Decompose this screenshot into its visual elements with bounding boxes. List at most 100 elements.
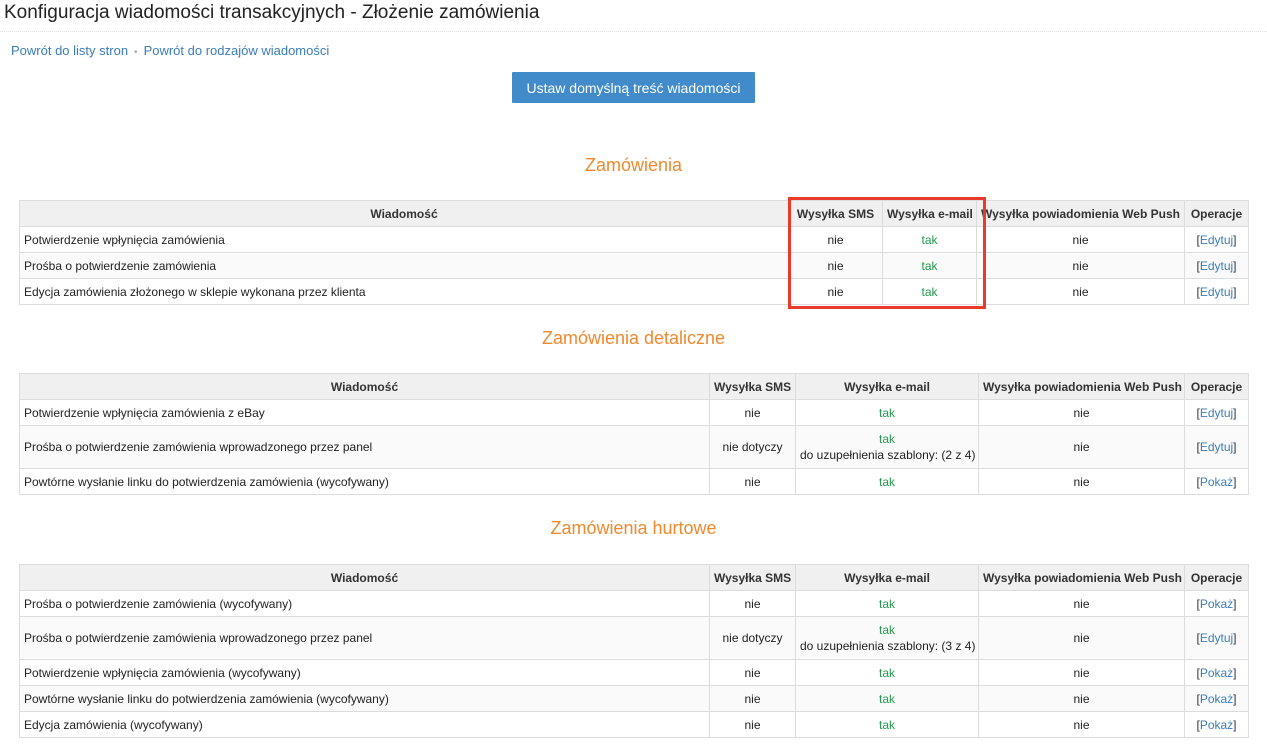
email-status-cell: tak	[882, 252, 977, 279]
email-status-cell: tak	[795, 711, 979, 738]
bracket: ]	[1233, 596, 1237, 611]
message-name-cell: Prośba o potwierdzenie zamówienia (wycof…	[19, 590, 710, 617]
message-name-cell: Potwierdzenie wpłynięcia zamówienia z eB…	[19, 399, 710, 426]
sms-status-cell: nie	[709, 399, 796, 426]
email-status-value: tak	[878, 432, 895, 446]
email-status-value: tak	[878, 623, 895, 637]
table-row: Potwierdzenie wpłynięcia zamówienia nie ta…	[19, 226, 1249, 253]
column-header-email: Wysyłka e-mail	[882, 200, 977, 227]
sms-status-cell: nie	[788, 278, 883, 305]
show-link[interactable]: Pokaż	[1200, 718, 1233, 732]
email-status-cell: tak	[795, 399, 979, 426]
operations-cell: [Pokaż]	[1184, 711, 1249, 738]
column-header-webpush: Wysyłka powiadomienia Web Push	[978, 564, 1185, 591]
table-row: Prośba o potwierdzenie zamówienia wprowa…	[19, 425, 1249, 469]
column-header-operations: Operacje	[1184, 373, 1249, 400]
edit-link[interactable]: Edytuj	[1200, 285, 1233, 299]
email-status-value: tak	[921, 284, 938, 299]
set-default-content-button[interactable]: Ustaw domyślną treść wiadomości	[512, 72, 755, 103]
message-name-cell: Potwierdzenie wpłynięcia zamówienia	[19, 226, 789, 253]
orders-table: Wiadomość Wysyłka SMS Wysyłka e-mail Wys…	[19, 200, 1249, 305]
message-name-cell: Prośba o potwierdzenie zamówienia wprowa…	[19, 616, 710, 660]
sms-status-cell: nie	[709, 590, 796, 617]
email-status-value: tak	[878, 596, 895, 611]
webpush-status-cell: nie	[976, 252, 1185, 279]
webpush-status-cell: nie	[976, 226, 1185, 253]
column-header-sms: Wysyłka SMS	[709, 564, 796, 591]
edit-link[interactable]: Edytuj	[1200, 259, 1233, 273]
breadcrumb-separator: •	[134, 47, 138, 58]
email-status-value: tak	[878, 474, 895, 489]
column-header-webpush: Wysyłka powiadomienia Web Push	[978, 373, 1185, 400]
show-link[interactable]: Pokaż	[1200, 666, 1233, 680]
table-row: Edycja zamówienia złożonego w sklepie wy…	[19, 278, 1249, 305]
webpush-status-cell: nie	[978, 711, 1185, 738]
table-row: Prośba o potwierdzenie zamówienia (wycof…	[19, 590, 1249, 617]
template-progress-note: do uzupełnienia szablony: (3 z 4)	[800, 639, 976, 653]
bracket: ]	[1233, 440, 1237, 454]
edit-link[interactable]: Edytuj	[1200, 440, 1233, 454]
show-link[interactable]: Pokaż	[1200, 597, 1233, 611]
bracket: ]	[1233, 691, 1237, 706]
column-header-message: Wiadomość	[19, 200, 789, 227]
bracket: ]	[1233, 284, 1237, 299]
bracket: ]	[1233, 474, 1237, 489]
bracket: ]	[1233, 232, 1237, 247]
retail-orders-table: Wiadomość Wysyłka SMS Wysyłka e-mail Wys…	[19, 373, 1249, 495]
column-header-email: Wysyłka e-mail	[795, 373, 979, 400]
bracket: ]	[1233, 258, 1237, 273]
column-header-operations: Operacje	[1184, 200, 1249, 227]
webpush-status-cell: nie	[978, 468, 1185, 495]
operations-cell: [Edytuj]	[1184, 252, 1249, 279]
email-status-cell: tak	[882, 226, 977, 253]
table-header-row: Wiadomość Wysyłka SMS Wysyłka e-mail Wys…	[19, 564, 1249, 591]
email-status-value: tak	[878, 717, 895, 732]
bracket: ]	[1233, 717, 1237, 732]
webpush-status-cell: nie	[978, 425, 1185, 469]
message-name-cell: Potwierdzenie wpłynięcia zamówienia (wyc…	[19, 659, 710, 686]
sms-status-cell: nie	[788, 226, 883, 253]
wholesale-orders-table: Wiadomość Wysyłka SMS Wysyłka e-mail Wys…	[19, 564, 1249, 738]
table-header-row: Wiadomość Wysyłka SMS Wysyłka e-mail Wys…	[19, 373, 1249, 400]
edit-link[interactable]: Edytuj	[1200, 233, 1233, 247]
operations-cell: [Edytuj]	[1184, 399, 1249, 426]
show-link[interactable]: Pokaż	[1200, 692, 1233, 706]
email-status-value: tak	[878, 691, 895, 706]
edit-link[interactable]: Edytuj	[1200, 631, 1233, 645]
back-to-message-types-link[interactable]: Powrót do rodzajów wiadomości	[144, 43, 330, 58]
sms-status-cell: nie	[709, 711, 796, 738]
bracket: ]	[1233, 631, 1237, 645]
webpush-status-cell: nie	[978, 399, 1185, 426]
operations-cell: [Pokaż]	[1184, 590, 1249, 617]
column-header-sms: Wysyłka SMS	[788, 200, 883, 227]
message-name-cell: Powtórne wysłanie linku do potwierdzenia…	[19, 685, 710, 712]
webpush-status-cell: nie	[978, 590, 1185, 617]
operations-cell: [Pokaż]	[1184, 468, 1249, 495]
sms-status-cell: nie	[788, 252, 883, 279]
section-title-retail-orders: Zamówienia detaliczne	[541, 328, 726, 348]
column-header-email: Wysyłka e-mail	[795, 564, 979, 591]
sms-status-cell: nie	[709, 468, 796, 495]
table-header-row: Wiadomość Wysyłka SMS Wysyłka e-mail Wys…	[19, 200, 1249, 227]
operations-cell: [Pokaż]	[1184, 659, 1249, 686]
bracket: ]	[1233, 405, 1237, 420]
webpush-status-cell: nie	[978, 616, 1185, 660]
back-to-pages-link[interactable]: Powrót do listy stron	[11, 43, 128, 58]
sms-status-cell: nie dotyczy	[709, 425, 796, 469]
table-row: Powtórne wysłanie linku do potwierdzenia…	[19, 468, 1249, 495]
column-header-operations: Operacje	[1184, 564, 1249, 591]
message-name-cell: Prośba o potwierdzenie zamówienia wprowa…	[19, 425, 710, 469]
email-status-value: tak	[878, 405, 895, 420]
bracket: ]	[1233, 665, 1237, 680]
table-row: Prośba o potwierdzenie zamówienia nie tak n…	[19, 252, 1249, 279]
table-row: Potwierdzenie wpłynięcia zamówienia z eB…	[19, 399, 1249, 426]
template-progress-note: do uzupełnienia szablony: (2 z 4)	[800, 448, 976, 462]
sms-status-cell: nie dotyczy	[709, 616, 796, 660]
show-link[interactable]: Pokaż	[1200, 475, 1233, 489]
edit-link[interactable]: Edytuj	[1200, 406, 1233, 420]
section-title-orders: Zamówienia	[584, 155, 683, 175]
message-name-cell: Edycja zamówienia złożonego w sklepie wy…	[19, 278, 789, 305]
column-header-message: Wiadomość	[19, 564, 710, 591]
sms-status-cell: nie	[709, 685, 796, 712]
email-status-cell: tak	[795, 468, 979, 495]
